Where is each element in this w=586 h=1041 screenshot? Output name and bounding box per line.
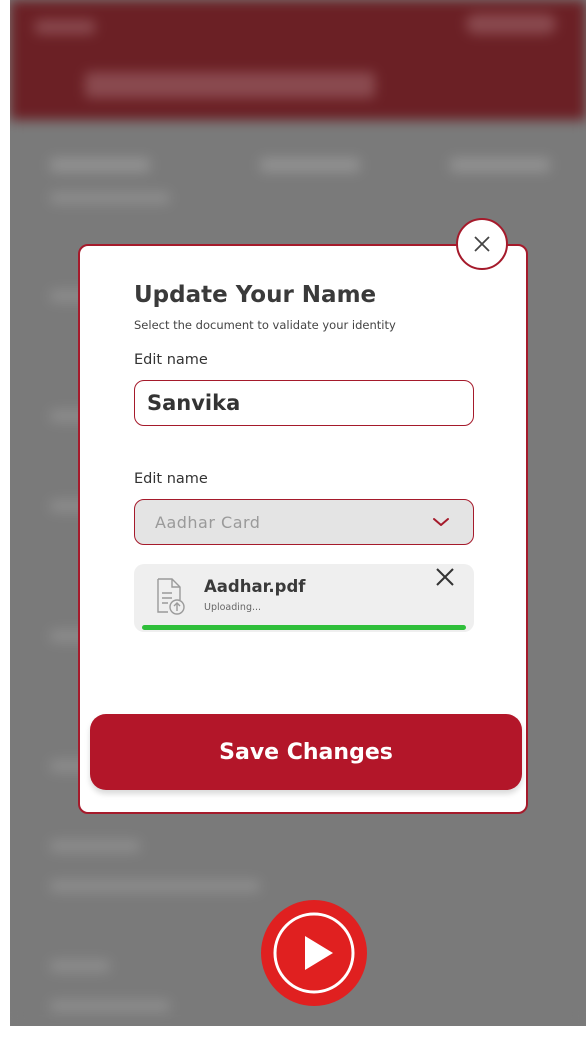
close-icon (474, 236, 490, 252)
play-icon (273, 912, 355, 994)
play-button[interactable] (261, 900, 367, 1006)
upload-progress-fill (142, 625, 466, 630)
close-dialog-button[interactable] (456, 218, 508, 270)
upload-status: Uploading... (204, 602, 262, 613)
remove-file-icon[interactable] (432, 564, 458, 590)
dialog-subtitle: Select the document to validate your ide… (134, 318, 396, 332)
background-header (10, 0, 586, 120)
document-field-label: Edit name (134, 471, 208, 487)
document-type-value: Aadhar Card (155, 512, 261, 532)
document-type-select[interactable]: Aadhar Card (134, 499, 474, 545)
dialog-title: Update Your Name (134, 282, 377, 308)
file-name: Aadhar.pdf (204, 577, 306, 596)
name-input[interactable] (134, 380, 474, 426)
chevron-down-icon (433, 518, 449, 526)
save-changes-button[interactable]: Save Changes (90, 714, 522, 790)
update-name-dialog: Update Your Name Select the document to … (78, 244, 528, 814)
name-field-label: Edit name (134, 352, 208, 368)
file-upload-icon (157, 578, 185, 615)
upload-progress-bar (142, 625, 466, 630)
uploaded-file-card: Aadhar.pdf Uploading... (134, 564, 474, 632)
app-screen: Update Your Name Select the document to … (10, 0, 586, 1026)
